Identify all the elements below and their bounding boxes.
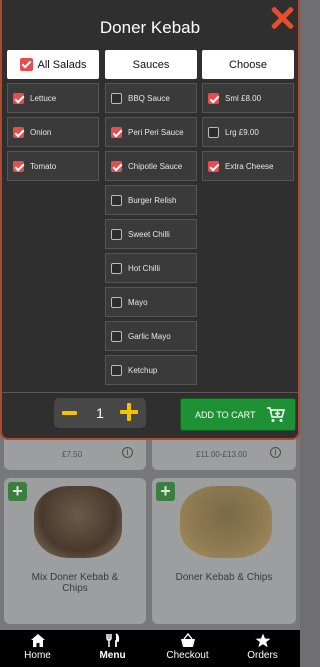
home-icon [30,634,45,647]
checkbox-icon[interactable] [208,92,219,104]
option-label: Sml £8.00 [225,93,262,103]
option-label: Hot Chilli [128,263,161,273]
checkbox-icon[interactable] [13,160,24,172]
checkbox-icon[interactable] [13,126,24,138]
option-lettuce[interactable]: Lettuce [7,83,99,113]
add-icon[interactable]: + [8,482,27,501]
bottom-nav: Home Menu Checkout Orders [0,630,300,667]
minus-icon[interactable] [62,411,77,415]
sauces-header: Sauces [105,50,197,79]
option-peri-peri-sauce[interactable]: Peri Peri Sauce [105,117,197,147]
salads-column: All Salads Lettuce Onion Tomato [7,50,99,181]
add-to-cart-button[interactable]: ADD TO CART [180,398,296,431]
plus-icon[interactable] [120,403,138,421]
nav-label: Home [24,650,51,661]
checkbox-icon[interactable] [111,160,122,172]
checkbox-icon[interactable] [111,262,122,274]
option-ketchup[interactable]: Ketchup [105,355,197,385]
option-label: Mayo [128,297,148,307]
option-garlic-mayo[interactable]: Garlic Mayo [105,321,197,351]
option-bbq-sauce[interactable]: BBQ Sauce [105,83,197,113]
nav-menu[interactable]: Menu [75,630,150,667]
checkbox-icon[interactable] [13,92,24,104]
checkbox-icon[interactable] [208,126,219,138]
modal-title: Doner Kebab [99,18,201,37]
menu-card[interactable]: + Mix Doner Kebab & Chips [4,478,146,624]
product-options-modal: Doner Kebab All Salads Lettuce Onion Tom… [0,0,300,440]
info-icon[interactable]: i [122,447,133,458]
checkbox-icon[interactable] [111,330,122,342]
option-burger-relish[interactable]: Burger Relish [105,185,197,215]
option-extra-cheese[interactable]: Extra Cheese [202,151,294,181]
option-label: Ketchup [128,365,158,375]
column-header-label: Choose [229,58,267,71]
option-mayo[interactable]: Mayo [105,287,197,317]
info-icon[interactable]: i [270,447,281,458]
choose-header: Choose [202,50,294,79]
card-price: £11.00-£13.00 [196,450,248,459]
checkbox-icon[interactable] [208,160,219,172]
option-chipotle-sauce[interactable]: Chipotle Sauce [105,151,197,181]
option-sweet-chilli[interactable]: Sweet Chilli [105,219,197,249]
menu-card[interactable]: + Doner Kebab & Chips [152,478,296,624]
close-icon[interactable] [270,6,294,30]
column-header-label: Sauces [132,58,170,71]
checkbox-icon[interactable] [19,58,33,71]
food-image [34,486,122,558]
checkbox-icon[interactable] [111,296,122,308]
quantity-value: 1 [96,405,104,421]
nav-label: Checkout [166,650,209,661]
cutlery-icon [105,633,119,647]
option-label: Tomato [30,161,57,171]
option-label: Extra Cheese [225,161,274,171]
option-label: Burger Relish [128,195,177,205]
option-label: Chipotle Sauce [128,161,183,171]
option-label: Sweet Chilli [128,229,170,239]
option-small[interactable]: Sml £8.00 [202,83,294,113]
nav-label: Menu [99,650,126,661]
card-price: £7.50 [62,450,83,459]
cart-icon [267,407,285,422]
all-salads-toggle[interactable]: All Salads [7,50,99,79]
option-hot-chilli[interactable]: Hot Chilli [105,253,197,283]
size-column: Choose Sml £8.00 Lrg £9.00 Extra Cheese [202,50,294,181]
checkbox-icon[interactable] [111,126,122,138]
food-image [180,486,272,558]
option-label: Lrg £9.00 [225,127,259,137]
checkbox-icon[interactable] [111,92,122,104]
option-large[interactable]: Lrg £9.00 [202,117,294,147]
card-title: Doner Kebab & Chips [175,572,273,583]
nav-orders[interactable]: Orders [225,630,300,667]
option-onion[interactable]: Onion [7,117,99,147]
option-label: Onion [30,127,52,137]
quantity-stepper: 1 [54,398,146,428]
card-title: Mix Doner Kebab & Chips [31,572,119,594]
option-label: Lettuce [30,93,57,103]
add-to-cart-label: ADD TO CART [195,409,256,420]
add-icon[interactable]: + [156,482,175,501]
basket-icon [180,633,195,647]
option-tomato[interactable]: Tomato [7,151,99,181]
nav-home[interactable]: Home [0,630,75,667]
nav-checkout[interactable]: Checkout [150,630,225,667]
star-icon [255,633,270,648]
checkbox-icon[interactable] [111,194,122,206]
option-label: BBQ Sauce [128,93,170,103]
nav-label: Orders [247,650,278,661]
option-label: Garlic Mayo [128,331,171,341]
sauces-column: Sauces BBQ Sauce Peri Peri Sauce Chipotl… [105,50,197,385]
footer-divider [2,392,298,393]
checkbox-icon[interactable] [111,228,122,240]
option-label: Peri Peri Sauce [128,127,184,137]
checkbox-icon[interactable] [111,364,122,376]
column-header-label: All Salads [37,58,87,71]
